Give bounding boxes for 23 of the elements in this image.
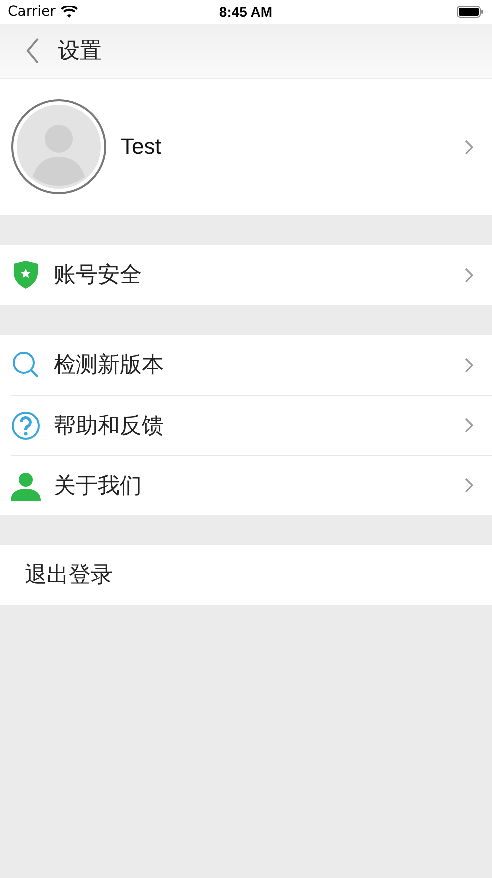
clock-time: 8:45 AM <box>219 4 273 20</box>
user-name: Test <box>121 134 162 160</box>
chevron-icon <box>465 358 474 372</box>
search-icon <box>11 350 41 380</box>
avatar-icon <box>11 99 107 195</box>
back-button[interactable] <box>26 38 40 64</box>
chevron-icon <box>465 418 474 433</box>
wifi-icon <box>60 6 78 18</box>
carrier-label: Carrier <box>8 4 56 20</box>
settings-row[interactable]: 关于我们 <box>11 455 492 515</box>
shield-icon <box>11 260 41 290</box>
chevron-icon <box>465 140 474 154</box>
settings-row[interactable]: 账号安全 <box>0 245 492 305</box>
battery-icon <box>457 6 484 18</box>
chevron-icon <box>465 268 474 282</box>
profile-row[interactable]: Test <box>0 79 492 215</box>
logout-button[interactable]: 退出登录 <box>0 545 492 605</box>
person-icon <box>11 470 41 500</box>
chevron-icon <box>465 478 474 493</box>
help-icon <box>11 410 41 440</box>
page-title: 设置 <box>58 38 102 66</box>
settings-row[interactable]: 检测新版本 <box>0 335 492 395</box>
settings-row[interactable]: 帮助和反馈 <box>11 395 492 455</box>
